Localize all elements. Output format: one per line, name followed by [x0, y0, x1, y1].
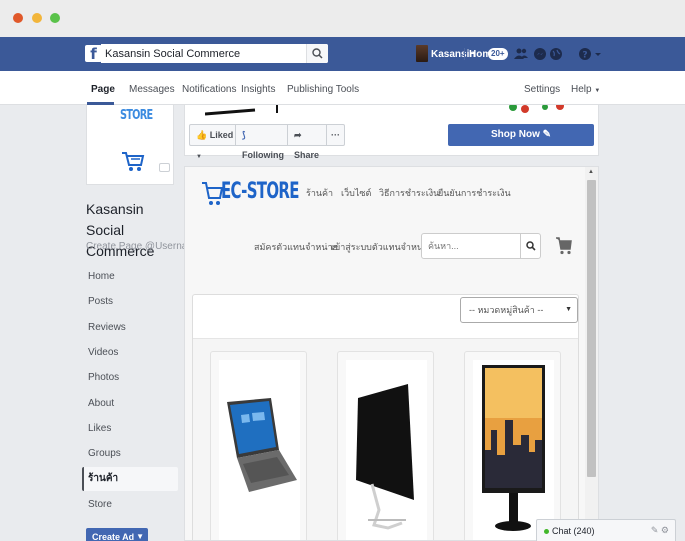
camera-icon[interactable]: [159, 163, 170, 172]
search-icon: [526, 241, 536, 251]
store-nav-website[interactable]: เว็บไซต์: [341, 186, 371, 200]
share-arrow-icon: ➦: [294, 130, 302, 140]
liked-button[interactable]: 👍 Liked ▼: [189, 124, 236, 160]
create-ad-label: Create Ad: [92, 532, 135, 541]
window-titlebar: [0, 0, 685, 37]
product-image[interactable]: [473, 360, 554, 540]
chevron-down-icon: ▼: [594, 88, 601, 94]
settings-link[interactable]: Settings: [524, 84, 560, 95]
chevron-down-icon: ▼: [196, 154, 202, 160]
topbar-divider: [464, 48, 465, 60]
maximize-window-button[interactable]: [50, 13, 60, 23]
more-options-button[interactable]: ···: [326, 124, 345, 146]
tab-page[interactable]: Page: [91, 84, 115, 95]
rss-icon: ⟆: [242, 130, 246, 140]
tab-notifications[interactable]: Notifications: [182, 84, 236, 95]
minimize-window-button[interactable]: [32, 13, 42, 23]
friend-requests-icon[interactable]: [514, 47, 528, 61]
pencil-icon: ✎: [542, 129, 552, 140]
gear-icon[interactable]: ⚙: [661, 525, 669, 535]
profile-avatar[interactable]: [416, 45, 428, 62]
chevron-down-icon: ▼: [565, 306, 572, 313]
product-card-laptop[interactable]: [210, 351, 307, 540]
liked-label: Liked: [209, 130, 234, 140]
scroll-up-arrow-icon[interactable]: ▲: [588, 169, 594, 175]
account-menu-icon[interactable]: [594, 47, 602, 61]
product-card-monitor[interactable]: [337, 351, 434, 540]
sidebar-item-reviews[interactable]: Reviews: [82, 316, 178, 340]
store-logo[interactable]: EC-STORE: [221, 179, 299, 204]
tab-insights[interactable]: Insights: [241, 84, 275, 95]
store-search-button[interactable]: [520, 233, 541, 259]
shop-now-label: Shop Now: [490, 129, 540, 140]
compose-icon[interactable]: ✎: [651, 525, 659, 535]
product-image[interactable]: [219, 360, 300, 540]
tab-publishing-tools[interactable]: Publishing Tools: [287, 84, 359, 95]
store-nav-payment-confirm[interactable]: ยืนยันการชำระเงิน: [438, 186, 511, 200]
svg-text:?: ?: [582, 51, 587, 61]
sidebar-item-about[interactable]: About: [82, 392, 178, 416]
profile-logo-text: STORE: [120, 108, 153, 123]
category-select[interactable]: -- หมวดหมู่สินค้า -- ▼: [460, 297, 578, 323]
laptop-image: [227, 398, 297, 492]
search-icon: [312, 48, 323, 59]
share-label: Share: [294, 150, 320, 160]
sidebar-item-posts[interactable]: Posts: [82, 290, 178, 314]
online-status-icon: [544, 529, 549, 534]
sidebar-item-photos[interactable]: Photos: [82, 366, 178, 390]
page-profile-picture[interactable]: STORE: [86, 105, 174, 185]
cover-photo-fragment: [205, 105, 564, 116]
sidebar-item-store[interactable]: Store: [82, 493, 178, 517]
shop-now-button[interactable]: Shop Now ✎: [448, 124, 594, 146]
cart-icon[interactable]: [555, 236, 572, 256]
sidebar-item-groups[interactable]: Groups: [82, 442, 178, 466]
store-cart-logo-icon: [202, 182, 223, 205]
tv-stand-image: [482, 365, 545, 531]
monitor-image: [356, 384, 414, 530]
chat-sidebar-toggle[interactable]: Chat (240) ✎ ⚙: [536, 519, 676, 541]
chevron-down-icon: ▼: [136, 532, 144, 541]
store-nav-dealer-signup[interactable]: สมัครตัวแทนจำหน่าย: [254, 240, 338, 254]
messenger-icon[interactable]: [533, 47, 547, 61]
help-label: Help: [571, 84, 592, 95]
cover-action-bar: 👍 Liked ▼ ⟆ Following ▼ ➦ Share ··· Shop…: [184, 105, 599, 180]
category-select-value: -- หมวดหมู่สินค้า --: [469, 305, 544, 315]
product-image[interactable]: [346, 360, 427, 540]
store-page: EC-STORE ร้านค้า เว็บไซต์ วิธีการชำระเงิ…: [185, 167, 588, 540]
sidebar-item-shop[interactable]: ร้านค้า: [82, 467, 178, 491]
search-button[interactable]: [306, 44, 328, 63]
product-grid: [193, 338, 578, 540]
chat-options[interactable]: ✎ ⚙: [651, 525, 669, 536]
facebook-topbar: f Kasansin Home 20+ ?: [0, 37, 685, 71]
shopping-cart-icon: [122, 152, 145, 171]
following-button[interactable]: ⟆ Following ▼: [235, 124, 288, 180]
notifications-globe-icon[interactable]: [549, 47, 563, 61]
home-count-badge: 20+: [488, 48, 508, 60]
sidebar-item-videos[interactable]: Videos: [82, 341, 178, 365]
store-nav-payment-methods[interactable]: วิธีการชำระเงิน: [379, 186, 439, 200]
store-nav-dealer-login[interactable]: เข้าสู่ระบบตัวแทนจำหน่าย: [331, 240, 433, 254]
product-card-tv-stand[interactable]: [464, 351, 561, 540]
product-panel: -- หมวดหมู่สินค้า -- ▼: [192, 294, 579, 540]
facebook-logo-icon[interactable]: f: [85, 45, 102, 62]
create-ad-button[interactable]: Create Ad ▼: [86, 528, 148, 541]
page-title[interactable]: Kasansin Social Commerce: [86, 199, 181, 262]
search-input[interactable]: [101, 44, 328, 63]
chat-label: Chat (240): [552, 526, 595, 536]
store-tab-frame: EC-STORE ร้านค้า เว็บไซต์ วิธีการชำระเงิ…: [184, 166, 599, 541]
page-navigation: Page Messages Notifications Insights Pub…: [0, 71, 685, 105]
sidebar-item-likes[interactable]: Likes: [82, 417, 178, 441]
store-search-input[interactable]: [421, 233, 521, 259]
help-icon[interactable]: ?: [578, 47, 592, 61]
following-label: Following: [242, 150, 284, 160]
close-window-button[interactable]: [13, 13, 23, 23]
store-nav-shop[interactable]: ร้านค้า: [306, 186, 333, 200]
help-menu[interactable]: Help ▼: [571, 84, 600, 95]
tab-messages[interactable]: Messages: [129, 84, 175, 95]
share-button[interactable]: ➦ Share: [287, 124, 327, 160]
sidebar-item-home[interactable]: Home: [82, 265, 178, 289]
scrollbar-thumb[interactable]: [587, 180, 596, 477]
thumbs-up-icon: 👍: [196, 130, 208, 140]
